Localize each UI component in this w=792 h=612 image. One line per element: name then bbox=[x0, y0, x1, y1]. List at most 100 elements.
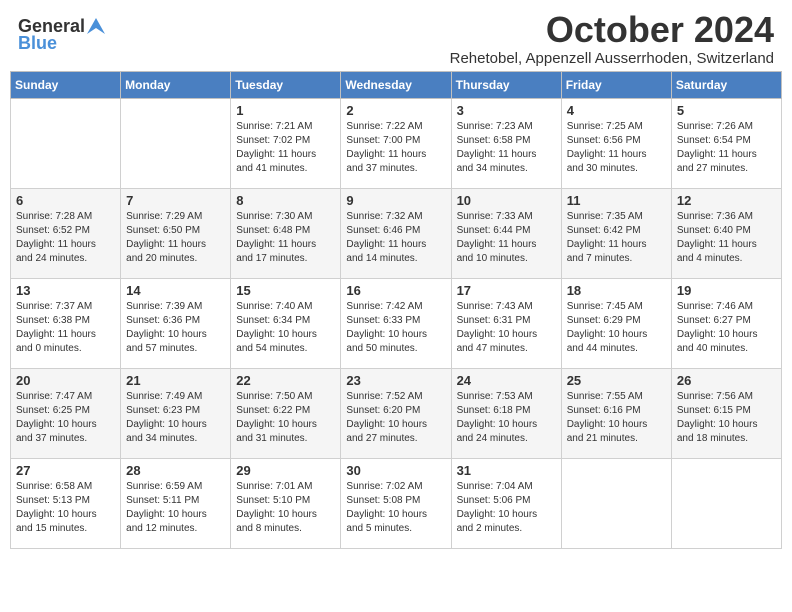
calendar-cell: 31 Sunrise: 7:04 AMSunset: 5:06 PMDayligh… bbox=[451, 458, 561, 548]
day-number: 25 bbox=[567, 373, 666, 388]
calendar-cell: 19 Sunrise: 7:46 AMSunset: 6:27 PMDayligh… bbox=[671, 278, 781, 368]
calendar-week-5: 27 Sunrise: 6:58 AMSunset: 5:13 PMDayligh… bbox=[11, 458, 782, 548]
day-info: Sunrise: 7:56 AMSunset: 6:15 PMDaylight:… bbox=[677, 390, 776, 446]
day-number: 28 bbox=[126, 463, 225, 478]
day-info: Sunrise: 7:35 AMSunset: 6:42 PMDaylight:… bbox=[567, 210, 666, 266]
day-info: Sunrise: 7:37 AMSunset: 6:38 PMDaylight:… bbox=[16, 300, 115, 356]
day-info: Sunrise: 7:50 AMSunset: 6:22 PMDaylight:… bbox=[236, 390, 335, 446]
day-info: Sunrise: 7:25 AMSunset: 6:56 PMDaylight:… bbox=[567, 120, 666, 176]
calendar-table: SundayMondayTuesdayWednesdayThursdayFrid… bbox=[10, 71, 782, 549]
day-header-wednesday: Wednesday bbox=[341, 71, 451, 98]
calendar-cell: 11Sunrise: 7:35 AMSunset: 6:42 PMDayligh… bbox=[561, 188, 671, 278]
calendar-cell: 21Sunrise: 7:49 AMSunset: 6:23 PMDayligh… bbox=[121, 368, 231, 458]
calendar-cell: 4 Sunrise: 7:25 AMSunset: 6:56 PMDaylight… bbox=[561, 98, 671, 188]
calendar-cell: 26 Sunrise: 7:56 AMSunset: 6:15 PMDayligh… bbox=[671, 368, 781, 458]
calendar-week-4: 20 Sunrise: 7:47 AMSunset: 6:25 PMDayligh… bbox=[11, 368, 782, 458]
calendar-cell bbox=[121, 98, 231, 188]
day-info: Sunrise: 7:29 AMSunset: 6:50 PMDaylight:… bbox=[126, 210, 225, 266]
calendar-cell: 14 Sunrise: 7:39 AMSunset: 6:36 PMDayligh… bbox=[121, 278, 231, 368]
calendar-cell: 2 Sunrise: 7:22 AMSunset: 7:00 PMDaylight… bbox=[341, 98, 451, 188]
calendar-cell: 3 Sunrise: 7:23 AMSunset: 6:58 PMDaylight… bbox=[451, 98, 561, 188]
day-header-friday: Friday bbox=[561, 71, 671, 98]
day-number: 14 bbox=[126, 283, 225, 298]
calendar-cell: 15Sunrise: 7:40 AMSunset: 6:34 PMDayligh… bbox=[231, 278, 341, 368]
day-info: Sunrise: 6:58 AMSunset: 5:13 PMDaylight:… bbox=[16, 480, 115, 536]
logo: General Blue bbox=[18, 16, 105, 54]
day-info: Sunrise: 7:39 AMSunset: 6:36 PMDaylight:… bbox=[126, 300, 225, 356]
calendar-cell: 6 Sunrise: 7:28 AMSunset: 6:52 PMDaylight… bbox=[11, 188, 121, 278]
day-info: Sunrise: 7:21 AMSunset: 7:02 PMDaylight:… bbox=[236, 120, 335, 176]
day-number: 4 bbox=[567, 103, 666, 118]
day-number: 2 bbox=[346, 103, 445, 118]
calendar-cell: 13 Sunrise: 7:37 AMSunset: 6:38 PMDayligh… bbox=[11, 278, 121, 368]
day-number: 1 bbox=[236, 103, 335, 118]
day-number: 26 bbox=[677, 373, 776, 388]
logo-bird-icon bbox=[87, 18, 105, 34]
calendar-cell: 18 Sunrise: 7:45 AMSunset: 6:29 PMDayligh… bbox=[561, 278, 671, 368]
day-number: 20 bbox=[16, 373, 115, 388]
day-info: Sunrise: 7:53 AMSunset: 6:18 PMDaylight:… bbox=[457, 390, 556, 446]
calendar-body: 1 Sunrise: 7:21 AMSunset: 7:02 PMDaylight… bbox=[11, 98, 782, 548]
day-info: Sunrise: 7:49 AMSunset: 6:23 PMDaylight:… bbox=[126, 390, 225, 446]
calendar-cell: 16Sunrise: 7:42 AMSunset: 6:33 PMDayligh… bbox=[341, 278, 451, 368]
day-info: Sunrise: 7:30 AMSunset: 6:48 PMDaylight:… bbox=[236, 210, 335, 266]
day-info: Sunrise: 7:46 AMSunset: 6:27 PMDaylight:… bbox=[677, 300, 776, 356]
calendar-cell: 5Sunrise: 7:26 AMSunset: 6:54 PMDaylight… bbox=[671, 98, 781, 188]
day-number: 13 bbox=[16, 283, 115, 298]
calendar-cell: 1 Sunrise: 7:21 AMSunset: 7:02 PMDaylight… bbox=[231, 98, 341, 188]
calendar-week-1: 1 Sunrise: 7:21 AMSunset: 7:02 PMDaylight… bbox=[11, 98, 782, 188]
day-number: 7 bbox=[126, 193, 225, 208]
calendar-cell: 20 Sunrise: 7:47 AMSunset: 6:25 PMDayligh… bbox=[11, 368, 121, 458]
calendar-cell: 25Sunrise: 7:55 AMSunset: 6:16 PMDayligh… bbox=[561, 368, 671, 458]
calendar-week-2: 6 Sunrise: 7:28 AMSunset: 6:52 PMDaylight… bbox=[11, 188, 782, 278]
day-number: 17 bbox=[457, 283, 556, 298]
day-info: Sunrise: 7:45 AMSunset: 6:29 PMDaylight:… bbox=[567, 300, 666, 356]
calendar-cell: 9Sunrise: 7:32 AMSunset: 6:46 PMDaylight… bbox=[341, 188, 451, 278]
calendar-cell: 30Sunrise: 7:02 AMSunset: 5:08 PMDayligh… bbox=[341, 458, 451, 548]
day-info: Sunrise: 7:02 AMSunset: 5:08 PMDaylight:… bbox=[346, 480, 445, 536]
day-number: 31 bbox=[457, 463, 556, 478]
day-number: 19 bbox=[677, 283, 776, 298]
calendar-cell: 12 Sunrise: 7:36 AMSunset: 6:40 PMDayligh… bbox=[671, 188, 781, 278]
day-number: 3 bbox=[457, 103, 556, 118]
day-header-saturday: Saturday bbox=[671, 71, 781, 98]
day-header-monday: Monday bbox=[121, 71, 231, 98]
calendar-cell: 17 Sunrise: 7:43 AMSunset: 6:31 PMDayligh… bbox=[451, 278, 561, 368]
month-title: October 2024 bbox=[450, 10, 774, 50]
calendar-cell: 28 Sunrise: 6:59 AMSunset: 5:11 PMDayligh… bbox=[121, 458, 231, 548]
calendar-cell bbox=[11, 98, 121, 188]
day-number: 24 bbox=[457, 373, 556, 388]
day-info: Sunrise: 6:59 AMSunset: 5:11 PMDaylight:… bbox=[126, 480, 225, 536]
day-number: 12 bbox=[677, 193, 776, 208]
day-number: 22 bbox=[236, 373, 335, 388]
calendar-header-row: SundayMondayTuesdayWednesdayThursdayFrid… bbox=[11, 71, 782, 98]
day-info: Sunrise: 7:22 AMSunset: 7:00 PMDaylight:… bbox=[346, 120, 445, 176]
calendar-cell bbox=[671, 458, 781, 548]
day-number: 23 bbox=[346, 373, 445, 388]
calendar-cell: 22 Sunrise: 7:50 AMSunset: 6:22 PMDayligh… bbox=[231, 368, 341, 458]
day-info: Sunrise: 7:43 AMSunset: 6:31 PMDaylight:… bbox=[457, 300, 556, 356]
day-info: Sunrise: 7:47 AMSunset: 6:25 PMDaylight:… bbox=[16, 390, 115, 446]
day-info: Sunrise: 7:32 AMSunset: 6:46 PMDaylight:… bbox=[346, 210, 445, 266]
day-info: Sunrise: 7:28 AMSunset: 6:52 PMDaylight:… bbox=[16, 210, 115, 266]
day-number: 6 bbox=[16, 193, 115, 208]
day-info: Sunrise: 7:23 AMSunset: 6:58 PMDaylight:… bbox=[457, 120, 556, 176]
day-info: Sunrise: 7:01 AMSunset: 5:10 PMDaylight:… bbox=[236, 480, 335, 536]
day-header-tuesday: Tuesday bbox=[231, 71, 341, 98]
location-title: Rehetobel, Appenzell Ausserrhoden, Switz… bbox=[450, 50, 774, 67]
day-number: 18 bbox=[567, 283, 666, 298]
calendar-cell: 8 Sunrise: 7:30 AMSunset: 6:48 PMDaylight… bbox=[231, 188, 341, 278]
page-header: General Blue October 2024 Rehetobel, App… bbox=[10, 10, 782, 67]
day-info: Sunrise: 7:36 AMSunset: 6:40 PMDaylight:… bbox=[677, 210, 776, 266]
day-number: 8 bbox=[236, 193, 335, 208]
day-number: 27 bbox=[16, 463, 115, 478]
calendar-cell: 23 Sunrise: 7:52 AMSunset: 6:20 PMDayligh… bbox=[341, 368, 451, 458]
calendar-cell: 24 Sunrise: 7:53 AMSunset: 6:18 PMDayligh… bbox=[451, 368, 561, 458]
day-number: 16 bbox=[346, 283, 445, 298]
calendar-cell: 7 Sunrise: 7:29 AMSunset: 6:50 PMDaylight… bbox=[121, 188, 231, 278]
day-info: Sunrise: 7:33 AMSunset: 6:44 PMDaylight:… bbox=[457, 210, 556, 266]
day-info: Sunrise: 7:52 AMSunset: 6:20 PMDaylight:… bbox=[346, 390, 445, 446]
calendar-week-3: 13 Sunrise: 7:37 AMSunset: 6:38 PMDayligh… bbox=[11, 278, 782, 368]
calendar-cell bbox=[561, 458, 671, 548]
day-info: Sunrise: 7:04 AMSunset: 5:06 PMDaylight:… bbox=[457, 480, 556, 536]
